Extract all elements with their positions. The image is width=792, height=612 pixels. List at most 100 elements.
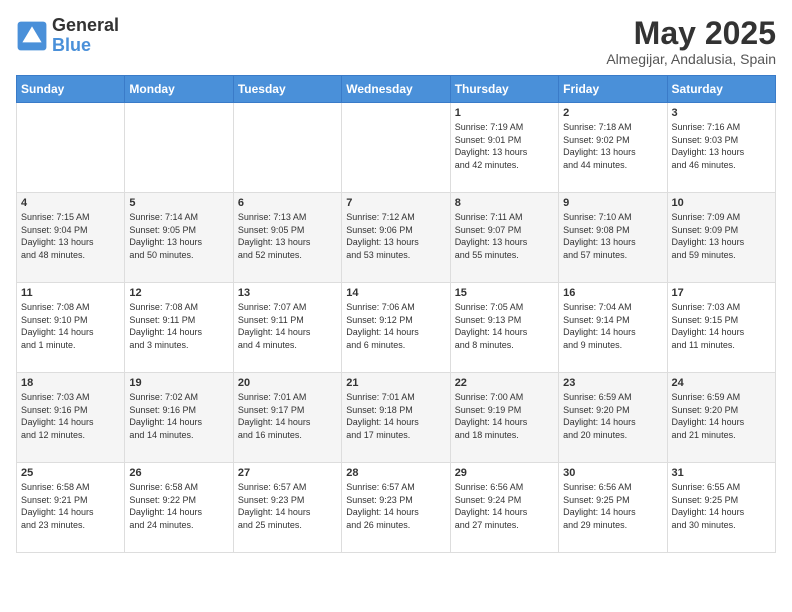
day-info: Sunrise: 7:01 AM Sunset: 9:18 PM Dayligh…: [346, 391, 445, 441]
logo-text: General Blue: [52, 16, 119, 56]
month-title: May 2025: [606, 16, 776, 51]
calendar-cell: 29 Sunrise: 6:56 AM Sunset: 9:24 PM Dayli…: [450, 463, 558, 553]
calendar-cell: 4 Sunrise: 7:15 AM Sunset: 9:04 PM Daylig…: [17, 193, 125, 283]
calendar-cell: 24Sunrise: 6:59 AM Sunset: 9:20 PM Dayli…: [667, 373, 775, 463]
calendar-cell: 5 Sunrise: 7:14 AM Sunset: 9:05 PM Daylig…: [125, 193, 233, 283]
day-info: Sunrise: 7:00 AM Sunset: 9:19 PM Dayligh…: [455, 391, 554, 441]
day-number: 28: [346, 467, 445, 479]
weekday-header: Tuesday: [233, 76, 341, 103]
day-number: 30: [563, 467, 662, 479]
day-number: 31: [672, 467, 771, 479]
day-number: 12: [129, 287, 228, 299]
calendar-cell: 30 Sunrise: 6:56 AM Sunset: 9:25 PM Dayli…: [559, 463, 667, 553]
day-info: Sunrise: 7:08 AM Sunset: 9:11 PM Dayligh…: [129, 301, 228, 351]
day-number: 7: [346, 197, 445, 209]
calendar-cell: 15 Sunrise: 7:05 AM Sunset: 9:13 PM Dayli…: [450, 283, 558, 373]
calendar-cell: 7 Sunrise: 7:12 AM Sunset: 9:06 PM Daylig…: [342, 193, 450, 283]
weekday-header: Wednesday: [342, 76, 450, 103]
day-info: Sunrise: 7:19 AM Sunset: 9:01 PM Dayligh…: [455, 121, 554, 171]
calendar-cell: 14 Sunrise: 7:06 AM Sunset: 9:12 PM Dayli…: [342, 283, 450, 373]
day-info: Sunrise: 6:58 AM Sunset: 9:22 PM Dayligh…: [129, 481, 228, 531]
calendar-cell: [125, 103, 233, 193]
day-info: Sunrise: 7:05 AM Sunset: 9:13 PM Dayligh…: [455, 301, 554, 351]
day-number: 16: [563, 287, 662, 299]
calendar-cell: [233, 103, 341, 193]
calendar-cell: 13Sunrise: 7:07 AM Sunset: 9:11 PM Dayli…: [233, 283, 341, 373]
day-info: Sunrise: 7:10 AM Sunset: 9:08 PM Dayligh…: [563, 211, 662, 261]
day-info: Sunrise: 7:09 AM Sunset: 9:09 PM Dayligh…: [672, 211, 771, 261]
day-number: 4: [21, 197, 120, 209]
calendar-cell: 23Sunrise: 6:59 AM Sunset: 9:20 PM Dayli…: [559, 373, 667, 463]
day-info: Sunrise: 6:55 AM Sunset: 9:25 PM Dayligh…: [672, 481, 771, 531]
weekday-header: Monday: [125, 76, 233, 103]
calendar-week-row: 18Sunrise: 7:03 AM Sunset: 9:16 PM Dayli…: [17, 373, 776, 463]
day-number: 29: [455, 467, 554, 479]
calendar-cell: 10 Sunrise: 7:09 AM Sunset: 9:09 PM Dayli…: [667, 193, 775, 283]
day-info: Sunrise: 7:01 AM Sunset: 9:17 PM Dayligh…: [238, 391, 337, 441]
calendar-cell: 3 Sunrise: 7:16 AM Sunset: 9:03 PM Daylig…: [667, 103, 775, 193]
page-header: General Blue May 2025 Almegijar, Andalus…: [16, 16, 776, 67]
logo: General Blue: [16, 16, 119, 56]
day-number: 14: [346, 287, 445, 299]
calendar-body: 1 Sunrise: 7:19 AM Sunset: 9:01 PM Daylig…: [17, 103, 776, 553]
calendar-cell: 1 Sunrise: 7:19 AM Sunset: 9:01 PM Daylig…: [450, 103, 558, 193]
day-info: Sunrise: 7:06 AM Sunset: 9:12 PM Dayligh…: [346, 301, 445, 351]
calendar-cell: 2 Sunrise: 7:18 AM Sunset: 9:02 PM Daylig…: [559, 103, 667, 193]
calendar-cell: 18Sunrise: 7:03 AM Sunset: 9:16 PM Dayli…: [17, 373, 125, 463]
day-info: Sunrise: 7:04 AM Sunset: 9:14 PM Dayligh…: [563, 301, 662, 351]
calendar-cell: 22 Sunrise: 7:00 AM Sunset: 9:19 PM Dayli…: [450, 373, 558, 463]
day-info: Sunrise: 7:18 AM Sunset: 9:02 PM Dayligh…: [563, 121, 662, 171]
calendar-cell: 6 Sunrise: 7:13 AM Sunset: 9:05 PM Daylig…: [233, 193, 341, 283]
day-number: 26: [129, 467, 228, 479]
day-info: Sunrise: 7:16 AM Sunset: 9:03 PM Dayligh…: [672, 121, 771, 171]
day-number: 25: [21, 467, 120, 479]
day-info: Sunrise: 7:13 AM Sunset: 9:05 PM Dayligh…: [238, 211, 337, 261]
day-info: Sunrise: 7:11 AM Sunset: 9:07 PM Dayligh…: [455, 211, 554, 261]
calendar-header-row: SundayMondayTuesdayWednesdayThursdayFrid…: [17, 76, 776, 103]
logo-icon: [16, 20, 48, 52]
day-info: Sunrise: 7:03 AM Sunset: 9:15 PM Dayligh…: [672, 301, 771, 351]
day-number: 6: [238, 197, 337, 209]
calendar-cell: 21 Sunrise: 7:01 AM Sunset: 9:18 PM Dayli…: [342, 373, 450, 463]
day-info: Sunrise: 6:57 AM Sunset: 9:23 PM Dayligh…: [238, 481, 337, 531]
weekday-header: Thursday: [450, 76, 558, 103]
day-number: 5: [129, 197, 228, 209]
day-info: Sunrise: 6:56 AM Sunset: 9:24 PM Dayligh…: [455, 481, 554, 531]
day-number: 24: [672, 377, 771, 389]
day-info: Sunrise: 7:07 AM Sunset: 9:11 PM Dayligh…: [238, 301, 337, 351]
day-number: 11: [21, 287, 120, 299]
day-number: 3: [672, 107, 771, 119]
calendar-cell: 17 Sunrise: 7:03 AM Sunset: 9:15 PM Dayli…: [667, 283, 775, 373]
day-number: 22: [455, 377, 554, 389]
day-info: Sunrise: 7:08 AM Sunset: 9:10 PM Dayligh…: [21, 301, 120, 351]
title-block: May 2025 Almegijar, Andalusia, Spain: [606, 16, 776, 67]
day-number: 2: [563, 107, 662, 119]
day-info: Sunrise: 7:12 AM Sunset: 9:06 PM Dayligh…: [346, 211, 445, 261]
calendar-cell: 28Sunrise: 6:57 AM Sunset: 9:23 PM Dayli…: [342, 463, 450, 553]
calendar-cell: 11 Sunrise: 7:08 AM Sunset: 9:10 PM Dayli…: [17, 283, 125, 373]
day-info: Sunrise: 7:14 AM Sunset: 9:05 PM Dayligh…: [129, 211, 228, 261]
day-number: 1: [455, 107, 554, 119]
day-number: 21: [346, 377, 445, 389]
weekday-header: Friday: [559, 76, 667, 103]
calendar-cell: 8 Sunrise: 7:11 AM Sunset: 9:07 PM Daylig…: [450, 193, 558, 283]
calendar-cell: 16 Sunrise: 7:04 AM Sunset: 9:14 PM Dayli…: [559, 283, 667, 373]
calendar-week-row: 4 Sunrise: 7:15 AM Sunset: 9:04 PM Daylig…: [17, 193, 776, 283]
day-info: Sunrise: 6:58 AM Sunset: 9:21 PM Dayligh…: [21, 481, 120, 531]
day-number: 17: [672, 287, 771, 299]
calendar-cell: 31 Sunrise: 6:55 AM Sunset: 9:25 PM Dayli…: [667, 463, 775, 553]
day-number: 19: [129, 377, 228, 389]
day-info: Sunrise: 7:03 AM Sunset: 9:16 PM Dayligh…: [21, 391, 120, 441]
calendar-cell: 20Sunrise: 7:01 AM Sunset: 9:17 PM Dayli…: [233, 373, 341, 463]
calendar-cell: 9Sunrise: 7:10 AM Sunset: 9:08 PM Daylig…: [559, 193, 667, 283]
day-number: 10: [672, 197, 771, 209]
calendar-cell: 12 Sunrise: 7:08 AM Sunset: 9:11 PM Dayli…: [125, 283, 233, 373]
calendar-cell: [17, 103, 125, 193]
weekday-header: Saturday: [667, 76, 775, 103]
day-number: 15: [455, 287, 554, 299]
day-info: Sunrise: 6:56 AM Sunset: 9:25 PM Dayligh…: [563, 481, 662, 531]
day-info: Sunrise: 7:15 AM Sunset: 9:04 PM Dayligh…: [21, 211, 120, 261]
calendar-week-row: 25 Sunrise: 6:58 AM Sunset: 9:21 PM Dayli…: [17, 463, 776, 553]
day-number: 8: [455, 197, 554, 209]
day-info: Sunrise: 6:59 AM Sunset: 9:20 PM Dayligh…: [563, 391, 662, 441]
